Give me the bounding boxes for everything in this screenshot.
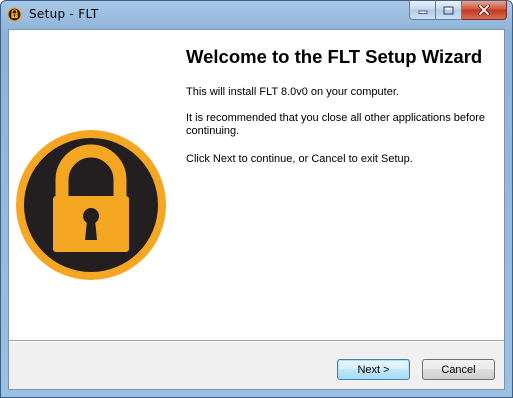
setup-window: Setup - FLT Welcome to the FLT Setup Wiz… xyxy=(0,0,513,398)
side-panel xyxy=(9,30,173,340)
caption-buttons xyxy=(409,1,507,20)
next-button[interactable]: Next > xyxy=(337,359,410,380)
cancel-button[interactable]: Cancel xyxy=(422,359,495,380)
minimize-button[interactable] xyxy=(409,1,436,20)
next-button-label: Next > xyxy=(357,363,390,376)
install-description: This will install FLT 8.0v0 on your comp… xyxy=(186,86,399,98)
close-icon xyxy=(478,5,490,15)
window-title: Setup - FLT xyxy=(29,7,99,21)
maximize-button[interactable] xyxy=(436,1,462,20)
page-title: Welcome to the FLT Setup Wizard xyxy=(186,46,483,67)
minimize-icon xyxy=(418,10,427,14)
padlock-app-icon xyxy=(7,7,22,22)
instruction-text: Click Next to continue, or Cancel to exi… xyxy=(186,153,413,165)
maximize-icon xyxy=(443,6,454,14)
title-bar[interactable]: Setup - FLT xyxy=(1,1,512,29)
close-button[interactable] xyxy=(462,1,507,20)
wizard-client-area: Welcome to the FLT Setup Wizard This wil… xyxy=(8,29,505,390)
button-bar: Next > Cancel xyxy=(9,342,504,389)
recommendation-text: It is recommended that you close all oth… xyxy=(186,112,485,137)
padlock-icon xyxy=(16,130,166,280)
cancel-button-label: Cancel xyxy=(441,363,476,376)
